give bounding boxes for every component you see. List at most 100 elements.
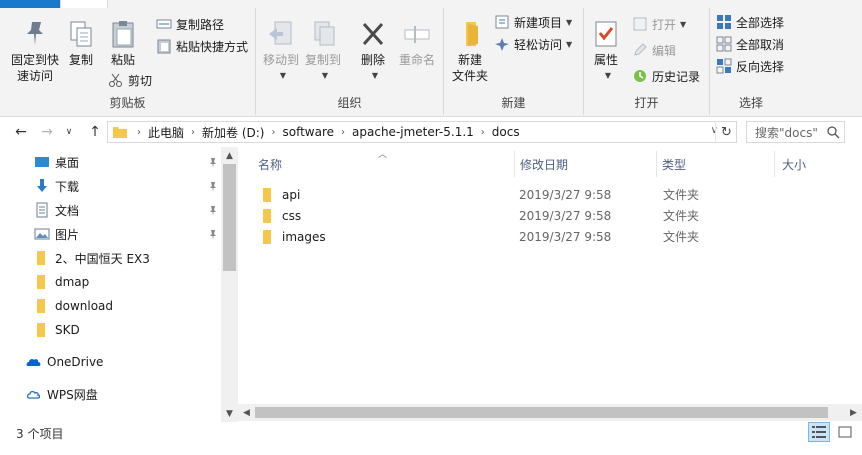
nav-item-onedrive[interactable]: OneDrive	[26, 351, 216, 373]
breadcrumb-this-pc[interactable]: 此电脑	[144, 124, 188, 141]
nav-item-folder-skd[interactable]: SKD	[34, 319, 224, 341]
table-row[interactable]: css 2019/3/27 9:58 文件夹	[256, 205, 836, 226]
file-name: images	[282, 229, 326, 244]
back-button[interactable]: ←	[10, 122, 32, 142]
rename-label: 重命名	[398, 53, 435, 67]
new-item-button[interactable]: 新建项目 ▼	[494, 12, 572, 32]
up-button[interactable]: ↑	[84, 122, 106, 142]
nav-item-label: 2、中国恒天 EX3	[55, 251, 150, 266]
wps-cloud-icon	[26, 390, 41, 399]
new-group: 新建 文件夹 新建项目 ▼ 轻松访问 ▼ 新建	[444, 8, 584, 115]
pin-icon	[27, 22, 43, 45]
rename-icon	[404, 26, 430, 43]
nav-item-label: download	[55, 299, 114, 313]
address-bar[interactable]: › 此电脑 › 新加卷 (D:) › software › apache-jme…	[107, 121, 737, 143]
history-button[interactable]: 历史记录	[632, 66, 700, 86]
cut-button[interactable]: 剪切	[108, 70, 152, 90]
nav-item-downloads[interactable]: 下载	[34, 175, 224, 197]
breadcrumb-software[interactable]: software	[278, 125, 338, 139]
pin-icon[interactable]	[208, 205, 218, 217]
scroll-right-arrow-icon[interactable]: ▶	[845, 404, 862, 421]
select-none-icon	[716, 36, 732, 52]
move-to-button[interactable]: 移动到 ▼	[262, 18, 300, 84]
column-header-label: 类型	[662, 157, 687, 172]
select-none-label: 全部取消	[736, 37, 785, 52]
copy-path-button[interactable]: 复制路径	[156, 14, 224, 34]
forward-button[interactable]: →	[36, 122, 58, 142]
nav-item-label: WPS网盘	[47, 387, 98, 402]
nav-item-wps-cloud[interactable]: WPS网盘	[26, 383, 216, 405]
search-box[interactable]: 搜索"docs"	[746, 121, 845, 143]
open-group-label: 打开	[634, 96, 659, 110]
nav-item-pictures[interactable]: 图片	[34, 223, 224, 245]
paste-shortcut-icon	[157, 39, 171, 54]
pin-label-1: 固定到快	[10, 53, 59, 67]
breadcrumb-docs[interactable]: docs	[488, 125, 524, 139]
refresh-button[interactable]: ↻	[715, 121, 737, 143]
copy-to-label: 复制到	[304, 53, 341, 67]
select-all-button[interactable]: 全部选择	[716, 12, 784, 32]
nav-item-desktop[interactable]: 桌面	[34, 151, 224, 173]
scroll-thumb[interactable]	[255, 407, 828, 418]
select-none-button[interactable]: 全部取消	[716, 34, 784, 54]
item-count: 3 个项目	[16, 427, 64, 441]
invert-selection-button[interactable]: 反向选择	[716, 56, 784, 76]
scroll-down-arrow-icon[interactable]: ▼	[221, 405, 238, 422]
delete-button[interactable]: 删除 ▼	[354, 18, 392, 84]
chevron-down-icon: ▼	[604, 71, 612, 80]
open-button[interactable]: 打开 ▼	[632, 14, 686, 34]
nav-item-folder-ex3[interactable]: 2、中国恒天 EX3	[34, 247, 224, 269]
scroll-up-arrow-icon[interactable]: ▲	[221, 147, 238, 164]
tab-file[interactable]	[0, 0, 60, 8]
pin-icon[interactable]	[208, 181, 218, 193]
pin-icon[interactable]	[208, 229, 218, 241]
tab-home[interactable]	[60, 0, 108, 8]
scroll-thumb[interactable]	[223, 164, 236, 271]
paste-button[interactable]: 粘贴	[104, 18, 142, 68]
breadcrumb-jmeter[interactable]: apache-jmeter-5.1.1	[348, 125, 478, 139]
pin-icon[interactable]	[208, 157, 218, 169]
nav-item-label: 下载	[55, 179, 80, 194]
breadcrumb-drive-d[interactable]: 新加卷 (D:)	[198, 124, 268, 141]
pin-to-quick-access-button[interactable]: 固定到快 速访问	[6, 18, 64, 84]
recent-locations-button[interactable]: ∨	[58, 122, 80, 142]
scroll-left-arrow-icon[interactable]: ◀	[238, 404, 255, 421]
copy-label: 复制	[68, 53, 93, 67]
chevron-down-icon: ▼	[321, 71, 329, 80]
document-icon	[36, 202, 48, 218]
large-icons-view-button[interactable]	[834, 422, 856, 442]
easy-access-button[interactable]: 轻松访问 ▼	[494, 34, 572, 54]
edit-button[interactable]: 编辑	[632, 40, 676, 60]
column-header-size[interactable]: 大小	[776, 153, 856, 175]
column-header-date[interactable]: 修改日期	[514, 153, 656, 175]
nav-item-label: OneDrive	[47, 355, 104, 369]
column-header-type[interactable]: 类型	[656, 153, 774, 175]
column-header-name[interactable]: 名称	[252, 153, 514, 175]
nav-item-folder-dmap[interactable]: dmap	[34, 271, 224, 293]
edit-pencil-icon	[634, 43, 647, 56]
new-item-label: 新建项目	[514, 15, 563, 30]
properties-label: 属性	[593, 53, 618, 67]
table-row[interactable]: api 2019/3/27 9:58 文件夹	[256, 184, 836, 205]
file-list-horizontal-scrollbar[interactable]: ◀ ▶	[238, 404, 862, 421]
folder-icon	[37, 323, 45, 337]
column-divider[interactable]	[774, 151, 775, 177]
ribbon-tab-strip	[0, 0, 862, 8]
properties-button[interactable]: 属性 ▼	[590, 18, 622, 84]
details-view-button[interactable]	[808, 422, 830, 442]
nav-item-documents[interactable]: 文档	[34, 199, 224, 221]
paste-shortcut-button[interactable]: 粘贴快捷方式	[156, 36, 248, 56]
navigation-pane: 桌面 下载 文档 图片 2、中国恒天 EX3 dmap download SKD…	[0, 147, 238, 422]
breadcrumb-separator: ›	[271, 126, 276, 138]
table-row[interactable]: images 2019/3/27 9:58 文件夹	[256, 226, 836, 247]
copy-to-button[interactable]: 复制到 ▼	[304, 18, 342, 84]
new-folder-button[interactable]: 新建 文件夹	[448, 18, 492, 84]
copy-button[interactable]: 复制	[64, 18, 98, 68]
nav-pane-scrollbar[interactable]: ▲ ▼	[221, 147, 238, 422]
file-list: ︿ 名称 修改日期 类型 大小 api 2019/3/27 9:58 文件夹 c…	[238, 147, 862, 422]
organize-group: 移动到 ▼ 复制到 ▼ 删除 ▼ 重命名 组织	[256, 8, 444, 115]
details-view-icon	[812, 426, 826, 438]
rename-button[interactable]: 重命名	[396, 18, 438, 68]
nav-item-folder-download[interactable]: download	[34, 295, 224, 317]
chevron-down-icon: ▼	[566, 17, 573, 27]
